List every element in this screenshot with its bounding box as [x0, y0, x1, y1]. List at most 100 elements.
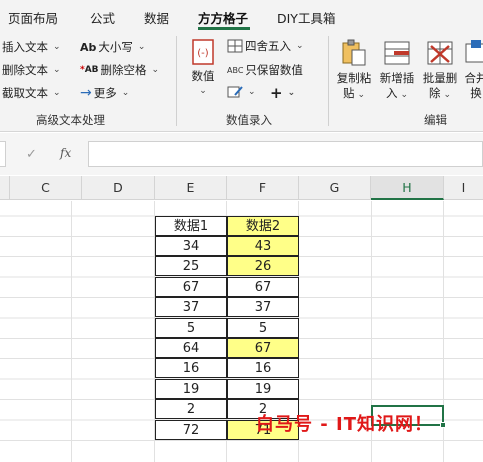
extract-text-button[interactable]: 截取文本 ⌄	[2, 85, 61, 101]
chevron-down-icon: ⌄	[53, 42, 61, 52]
edit-icon	[227, 86, 243, 98]
table-cell-data1[interactable]: 25	[155, 256, 227, 276]
round-button[interactable]: 四舍五入 ⌄	[227, 38, 304, 54]
merge-label-2: 换	[470, 86, 482, 100]
more-label: 更多	[93, 86, 117, 100]
round-label: 四舍五入	[245, 39, 291, 53]
delete-text-label: 删除文本	[2, 63, 48, 77]
chevron-down-icon: ⌄	[53, 65, 61, 75]
column-header-f[interactable]: F	[227, 176, 299, 200]
keep-values-icon: ABC	[227, 65, 244, 75]
chevron-down-icon: ⌄	[151, 65, 160, 75]
batch-delete-label-2-text: 除	[428, 86, 441, 100]
chevron-down-icon: ⌄	[287, 88, 296, 98]
add-insert-label-2: 入 ⌄	[376, 86, 418, 103]
table-cell-data2[interactable]: 16	[227, 358, 299, 378]
delete-space-icon: *AB	[80, 65, 99, 75]
text-group-label: 高级文本处理	[36, 113, 105, 127]
column-header-h[interactable]: H	[371, 176, 444, 200]
case-label: 大小写	[98, 40, 133, 54]
chevron-down-icon: ⌄	[357, 90, 366, 100]
tab-fangfang[interactable]: 方方格子	[198, 8, 248, 27]
column-header-d[interactable]: D	[82, 176, 155, 200]
merge-icon	[465, 40, 483, 63]
checkmark-icon[interactable]: ✓	[26, 147, 37, 162]
tab-data[interactable]: 数据	[144, 8, 169, 27]
chevron-down-icon: ⌄	[137, 42, 146, 52]
group-divider	[176, 36, 177, 126]
merge-label: 合并	[464, 71, 483, 85]
case-button[interactable]: Ab 大小写 ⌄	[80, 39, 145, 55]
tab-formulas[interactable]: 公式	[90, 8, 115, 27]
data-group-label: 数值录入	[226, 113, 272, 127]
edit-group-label: 编辑	[424, 113, 447, 127]
chevron-down-icon: ⌄	[248, 87, 256, 97]
value-button[interactable]: (-) 数值 ⌄	[187, 38, 219, 99]
add-insert-label: 新增插	[379, 71, 415, 85]
svg-text:(-): (-)	[197, 48, 209, 59]
clipboard-icon	[342, 39, 366, 66]
tab-page-layout[interactable]: 页面布局	[8, 8, 58, 27]
menu-bar: 页面布局 公式 数据 方方格子 DIY工具箱	[0, 0, 483, 32]
table-cell-data1[interactable]: 37	[155, 297, 227, 317]
table-cell-data2[interactable]: 43	[227, 236, 299, 256]
table-cell-data2[interactable]: 67	[227, 277, 299, 297]
table-cell-data1[interactable]: 19	[155, 379, 227, 399]
batch-delete-label-2: 除 ⌄	[419, 86, 461, 103]
name-box[interactable]	[0, 141, 6, 167]
table-cell-data1[interactable]: 67	[155, 277, 227, 297]
more-button[interactable]: → 更多 ⌄	[80, 85, 129, 101]
column-header-e[interactable]: E	[155, 176, 227, 200]
delete-text-button[interactable]: 删除文本 ⌄	[2, 62, 61, 78]
plus-button[interactable]: + ⌄	[270, 84, 295, 102]
column-header-c[interactable]: C	[10, 176, 82, 200]
table-cell-data2[interactable]: 37	[227, 297, 299, 317]
copy-paste-button[interactable]: 复制粘 贴 ⌄	[333, 38, 375, 103]
chevron-down-icon: ⌄	[53, 88, 61, 98]
insert-rows-icon	[384, 41, 410, 65]
formula-input[interactable]	[88, 141, 483, 167]
batch-delete-label: 批量删	[422, 71, 458, 85]
batch-delete-button[interactable]: 批量删 除 ⌄	[419, 38, 461, 103]
table-cell-data1[interactable]: 34	[155, 236, 227, 256]
table-cell-data2[interactable]: 26	[227, 256, 299, 276]
insert-text-button[interactable]: 插入文本 ⌄	[2, 39, 61, 55]
column-header-g[interactable]: G	[299, 176, 371, 200]
value-label: 数值	[191, 69, 215, 83]
table-cell-data1[interactable]: 72	[155, 420, 227, 440]
edit-values-button[interactable]: ⌄	[227, 85, 256, 99]
delete-space-button[interactable]: *AB 删除空格 ⌄	[80, 62, 159, 78]
header-cell-data2[interactable]: 数据2	[227, 216, 299, 236]
formula-bar: ✓ fx	[0, 133, 483, 175]
table-cell-data1[interactable]: 64	[155, 338, 227, 358]
select-all-corner[interactable]	[0, 176, 10, 200]
chevron-down-icon: ⌄	[121, 88, 130, 98]
tab-diy-toolbox[interactable]: DIY工具箱	[277, 8, 335, 27]
keep-values-button[interactable]: ABC 只保留数值	[227, 62, 303, 78]
table-cell-data2[interactable]: 5	[227, 318, 299, 338]
merge-button[interactable]: 合并 换	[461, 38, 483, 101]
column-header-i[interactable]: I	[444, 176, 483, 200]
table-cell-data2[interactable]: 19	[227, 379, 299, 399]
value-icon: (-)	[192, 39, 214, 65]
add-insert-button[interactable]: 新增插 入 ⌄	[376, 38, 418, 103]
table-cell-data1[interactable]: 16	[155, 358, 227, 378]
fx-icon[interactable]: fx	[60, 146, 71, 160]
table-cell-data2[interactable]: 67	[227, 338, 299, 358]
active-tab-indicator	[198, 27, 250, 30]
delete-table-icon	[427, 41, 453, 65]
add-insert-label-2-text: 入	[385, 86, 398, 100]
table-cell-data1[interactable]: 5	[155, 318, 227, 338]
header-cell-data1[interactable]: 数据1	[155, 216, 227, 236]
case-icon: Ab	[80, 40, 97, 54]
watermark-text: 白马号 - IT知识网！	[256, 414, 433, 435]
plus-icon: +	[270, 84, 283, 102]
arrow-right-icon: →	[80, 85, 92, 101]
copy-paste-label: 复制粘	[336, 71, 372, 85]
chevron-down-icon: ⌄	[199, 86, 207, 96]
fill-handle[interactable]	[440, 422, 446, 428]
insert-text-label: 插入文本	[2, 40, 48, 54]
table-cell-data1[interactable]: 2	[155, 399, 227, 419]
keep-values-label: 只保留数值	[245, 63, 303, 77]
copy-paste-label-2-text: 贴	[342, 86, 355, 100]
